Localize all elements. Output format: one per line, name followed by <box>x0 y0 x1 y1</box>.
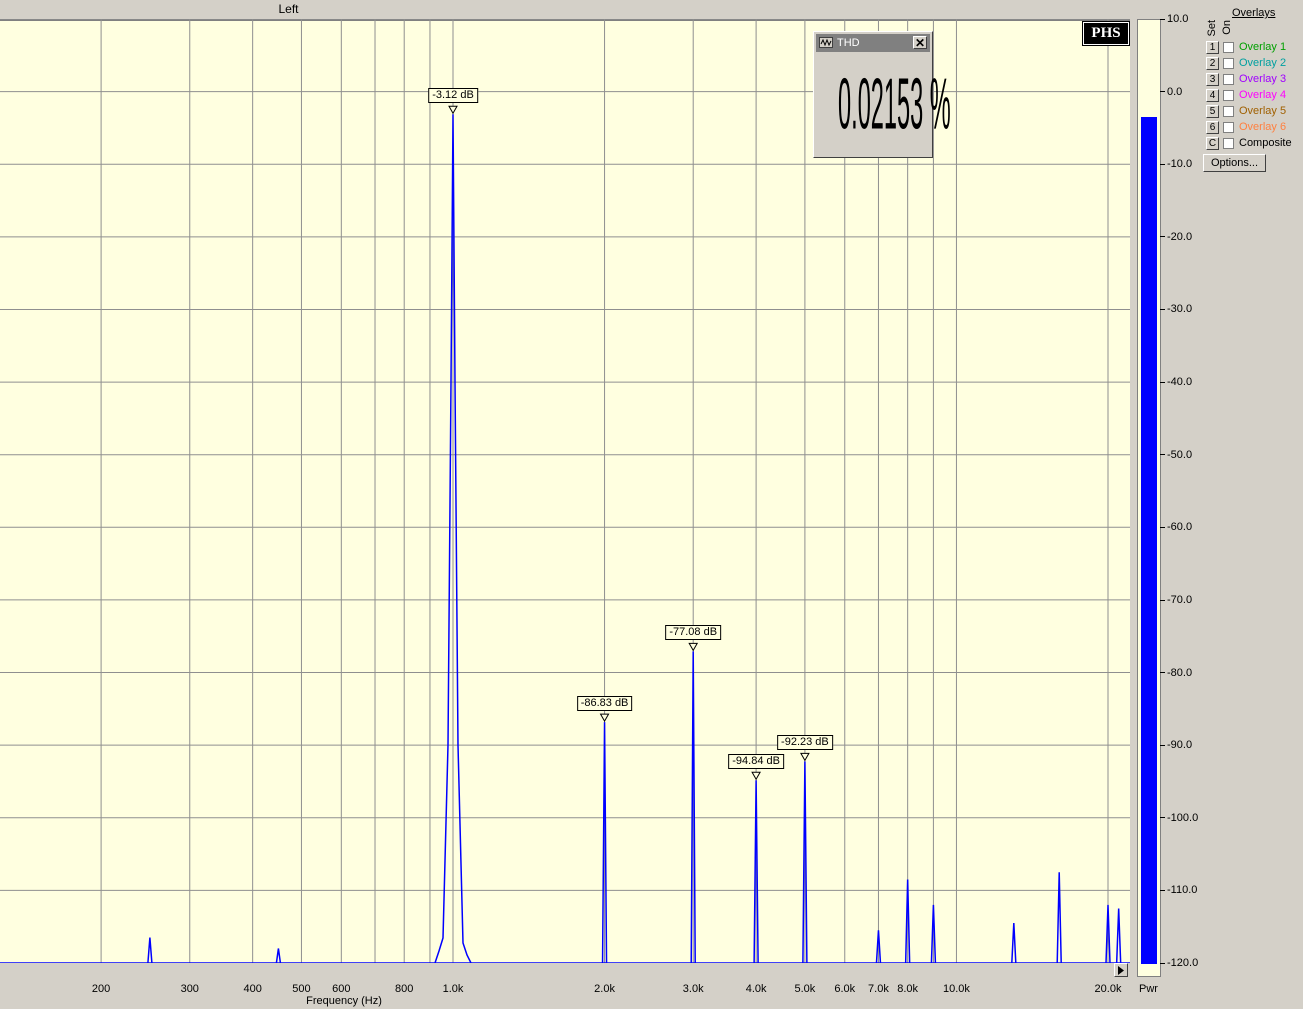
marker-triangle <box>599 713 610 723</box>
y-tick-label: -90.0 <box>1160 739 1192 751</box>
overlay-label: Overlay 6 <box>1239 121 1287 133</box>
x-tick-label: 600 <box>332 983 351 995</box>
y-tick-label: -30.0 <box>1160 303 1192 315</box>
y-tick-label: -110.0 <box>1160 884 1197 896</box>
y-tick-label: -20.0 <box>1160 231 1192 243</box>
overlay-label: Overlay 1 <box>1239 41 1287 53</box>
x-tick-label: 3.0k <box>682 983 704 995</box>
y-tick-label: -10.0 <box>1160 158 1192 170</box>
marker-triangle <box>688 642 699 652</box>
x-tick-label: 500 <box>292 983 311 995</box>
y-tick-label: -50.0 <box>1160 449 1192 461</box>
overlay-checkbox[interactable] <box>1223 138 1234 149</box>
peak-marker-label: -3.12 dB <box>428 88 478 104</box>
overlay-set-button[interactable]: 4 <box>1206 89 1219 102</box>
y-tick-label: -40.0 <box>1160 376 1192 388</box>
overlay-set-button[interactable]: 3 <box>1206 73 1219 86</box>
x-tick-label: 8.0k <box>897 983 919 995</box>
marker-triangle <box>448 105 458 115</box>
y-tick-label: 10.0 <box>1160 13 1188 25</box>
overlay-set-button[interactable]: 6 <box>1206 121 1219 134</box>
x-tick-label: 5.0k <box>794 983 816 995</box>
close-icon[interactable]: ✕ <box>913 36 927 49</box>
peak-marker-label: -92.23 dB <box>777 735 833 751</box>
y-tick-label: -120.0 <box>1160 957 1198 969</box>
overlay-checkbox[interactable] <box>1223 58 1234 69</box>
overlay-label: Overlay 5 <box>1239 105 1287 117</box>
overlay-checkbox[interactable] <box>1223 90 1234 101</box>
peak-line <box>147 937 153 963</box>
options-button[interactable]: Options... <box>1203 154 1266 172</box>
overlay-checkbox[interactable] <box>1223 42 1234 53</box>
marker-triangle <box>751 771 761 781</box>
scroll-right-button[interactable] <box>1114 963 1128 977</box>
peak-line <box>1011 923 1017 963</box>
x-tick-label: 1.0k <box>442 983 464 995</box>
power-meter <box>1137 19 1161 977</box>
y-tick-label: 0.0 <box>1160 86 1182 98</box>
y-tick-label: -80.0 <box>1160 667 1192 679</box>
overlay-label: Composite <box>1239 137 1292 149</box>
x-tick-label: 200 <box>91 983 111 995</box>
overlay-checkbox[interactable] <box>1223 106 1234 117</box>
x-tick-label: 4.0k <box>745 983 767 995</box>
power-meter-label: Pwr <box>1139 983 1158 995</box>
peak-line <box>1115 908 1122 963</box>
y-tick-label: -60.0 <box>1160 521 1192 533</box>
overlay-set-button[interactable]: 5 <box>1206 105 1219 118</box>
phs-logo: PHS <box>1082 21 1130 46</box>
overlay-label: Overlay 2 <box>1239 57 1287 69</box>
y-tick-label: -100.0 <box>1160 812 1198 824</box>
overlays-title: Overlays <box>1232 7 1276 19</box>
x-tick-label: 400 <box>243 983 262 995</box>
x-tick-label: 7.0k <box>868 983 889 995</box>
chart-title: Left <box>278 2 299 16</box>
overlay-checkbox[interactable] <box>1223 74 1234 85</box>
x-tick-label: 20.0k <box>1094 983 1122 995</box>
peak-marker-label: -86.83 dB <box>576 696 633 712</box>
power-meter-fill <box>1141 117 1157 964</box>
overlay-set-button[interactable]: C <box>1206 137 1219 150</box>
on-header: On <box>1221 20 1233 35</box>
peak-line <box>275 948 282 963</box>
waveform-icon <box>819 37 833 48</box>
marker-triangle <box>800 752 810 762</box>
x-axis-label: Frequency (Hz) <box>306 995 382 1007</box>
spectrum-plot <box>0 19 1130 963</box>
overlay-set-button[interactable]: 1 <box>1206 41 1219 54</box>
arrow-right-icon <box>1118 966 1124 975</box>
overlay-set-button[interactable]: 2 <box>1206 57 1219 70</box>
thd-title: THD <box>837 37 860 49</box>
peak-marker-label: -77.08 dB <box>665 625 722 641</box>
set-header: Set <box>1206 20 1218 37</box>
x-tick-label: 2.0k <box>594 983 615 995</box>
x-tick-label: 6.0k <box>834 983 856 995</box>
overlay-checkbox[interactable] <box>1223 122 1234 133</box>
peak-line <box>1056 872 1062 963</box>
thd-panel[interactable]: THD ✕ 0.02153 % <box>813 31 951 158</box>
peak-marker-label: -94.84 dB <box>728 754 784 770</box>
x-tick-label: 800 <box>395 983 414 995</box>
thd-titlebar[interactable]: THD ✕ <box>816 34 930 52</box>
x-tick-label: 300 <box>180 983 199 995</box>
thd-value: 0.02153 % <box>838 66 951 146</box>
overlay-label: Overlay 3 <box>1239 73 1287 85</box>
x-tick-label: 10.0k <box>942 983 970 995</box>
overlay-label: Overlay 4 <box>1239 89 1287 101</box>
y-tick-label: -70.0 <box>1160 594 1192 606</box>
